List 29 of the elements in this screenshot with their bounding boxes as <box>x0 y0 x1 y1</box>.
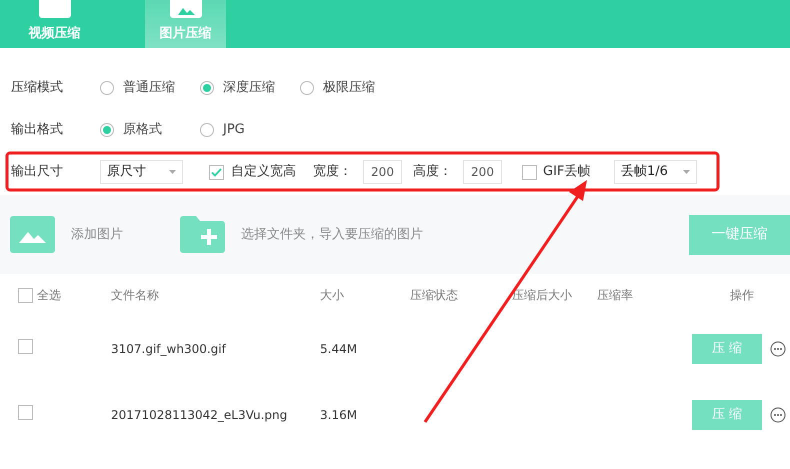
column-header: 文件名称 <box>111 287 160 304</box>
tab[interactable]: 视频压缩 <box>14 0 95 48</box>
column-header: 压缩状态 <box>410 287 459 304</box>
file-name: 3107.gif_wh300.gif <box>111 341 228 358</box>
field-label: 输出格式 <box>11 121 64 140</box>
column-header: 压缩率 <box>597 287 634 304</box>
file-name: 20171028113042_eL3Vu.png <box>111 407 288 424</box>
size-dropdown[interactable]: 原尺寸 <box>100 160 183 184</box>
field-label: 输出尺寸 <box>11 163 64 182</box>
option-label: 深度压缩 <box>223 79 275 98</box>
frame-drop-dropdown[interactable]: 丢帧1/6 <box>614 160 697 184</box>
select-all-label: 全选 <box>37 287 61 304</box>
column-header: 大小 <box>320 287 345 304</box>
option-label: 原格式 <box>123 121 162 140</box>
column-header: 操作 <box>729 287 755 304</box>
height-field[interactable]: 200 <box>463 160 502 184</box>
option-label: JPG <box>223 121 245 140</box>
option-label: 普通压缩 <box>123 78 175 98</box>
add-folder-button[interactable]: 选择文件夹，导入要压缩的图片 <box>180 216 423 253</box>
width-field[interactable]: 200 <box>363 160 402 184</box>
checkbox-label: GIF丢帧 <box>543 163 592 182</box>
field-label: 宽度： <box>313 163 353 182</box>
file-size: 5.44M <box>320 341 358 358</box>
add-image-button[interactable]: 添加图片 <box>10 216 123 253</box>
file-size: 3.16M <box>320 407 358 424</box>
field-label: 压缩模式 <box>11 79 64 98</box>
checkbox-label: 自定义宽高 <box>231 163 297 182</box>
option-label: 极限压缩 <box>323 79 375 98</box>
field-label: 高度： <box>413 163 453 182</box>
